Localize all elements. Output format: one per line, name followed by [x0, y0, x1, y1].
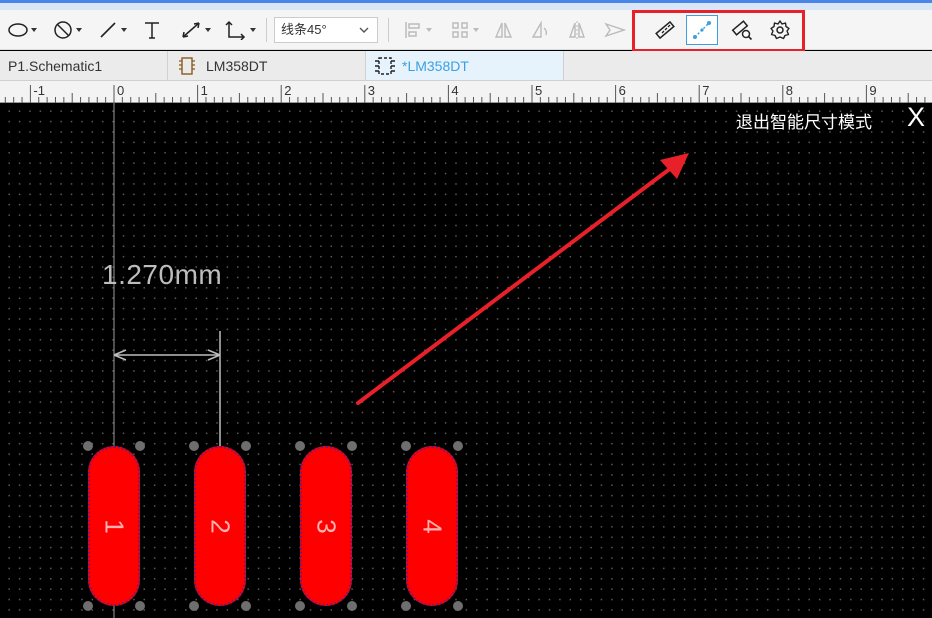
ruler-label: 3 [368, 83, 375, 98]
dimension-arrow-tool-button[interactable] [175, 16, 215, 44]
exit-close-button[interactable]: X [907, 102, 925, 133]
align-left-icon [404, 22, 420, 38]
ruler-label: 0 [117, 83, 124, 98]
ruler-label: 5 [535, 83, 542, 98]
document-tabs: P1.Schematic1 LM358DT *LM358DT [0, 51, 932, 81]
window-accent-bar [0, 0, 932, 3]
send-tool-button[interactable] [602, 16, 628, 44]
highlight-box [632, 10, 805, 52]
footprint-icon [375, 56, 395, 75]
no-symbol-icon [53, 21, 72, 39]
line-mode-select[interactable]: 线条45° [274, 17, 378, 43]
corner-line-tool-button[interactable] [221, 16, 259, 44]
text-icon [145, 22, 159, 39]
pad-3[interactable]: 3 [300, 446, 352, 606]
tab-symbol[interactable]: LM358DT [168, 51, 366, 80]
mirror-tool-button[interactable] [564, 16, 590, 44]
ruler-label: -1 [33, 83, 45, 98]
exit-smart-dimension-label[interactable]: 退出智能尺寸模式 [736, 108, 872, 133]
chip-icon [179, 56, 195, 75]
tab-label: LM358DT [206, 57, 268, 74]
tab-label: *LM358DT [402, 57, 469, 74]
rotate-icon [531, 20, 548, 38]
ruler-label: 6 [619, 83, 626, 98]
line-tool-button[interactable] [93, 16, 131, 44]
ruler-label: 9 [869, 83, 876, 98]
ruler-label: 8 [786, 83, 793, 98]
ruler-label: 4 [451, 83, 458, 98]
send-icon [604, 22, 626, 38]
pad-number: 3 [311, 518, 342, 534]
ellipse-icon [7, 23, 28, 37]
dimension-arrow-icon [181, 22, 200, 38]
toolbar-separator [388, 18, 389, 42]
text-tool-button[interactable] [139, 16, 165, 44]
ruler-label: 1 [201, 83, 208, 98]
pad-4[interactable]: 4 [406, 446, 458, 606]
pad-2[interactable]: 2 [194, 446, 246, 606]
flip-horizontal-tool-button[interactable] [490, 16, 516, 44]
ellipse-tool-button[interactable] [4, 16, 40, 44]
ruler-ticks: -1 0 1 2 3 4 5 6 7 8 9 [4, 83, 926, 103]
distribute-icon [451, 22, 468, 38]
flip-horizontal-icon [494, 22, 513, 38]
pad-number: 2 [205, 518, 236, 534]
pcb-canvas[interactable]: 1 2 3 4 [0, 103, 932, 618]
window-top-strip [0, 0, 932, 10]
align-tool-button[interactable] [397, 16, 437, 44]
rotate-tool-button[interactable] [526, 16, 552, 44]
pad-number: 1 [99, 518, 130, 534]
pad-1[interactable]: 1 [88, 446, 140, 606]
tab-footprint[interactable]: *LM358DT [366, 51, 564, 80]
pad-number: 4 [417, 518, 448, 534]
chevron-down-icon [359, 27, 369, 33]
dimension-label: 1.270mm [102, 259, 223, 290]
ruler-label: 7 [702, 83, 709, 98]
horizontal-ruler: -1 0 1 2 3 4 5 6 7 8 9 [0, 81, 932, 103]
no-symbol-tool-button[interactable] [48, 16, 86, 44]
tab-schematic[interactable]: P1.Schematic1 [0, 51, 168, 80]
toolbar-separator [266, 18, 267, 42]
tab-label: P1.Schematic1 [8, 57, 103, 74]
mirror-icon [569, 21, 585, 39]
corner-line-icon [224, 20, 245, 40]
line-mode-value: 线条45° [281, 22, 327, 37]
ruler-label: 2 [284, 83, 291, 98]
line-icon [99, 22, 116, 38]
distribute-tool-button[interactable] [444, 16, 484, 44]
callout-arrow-line [356, 157, 685, 405]
